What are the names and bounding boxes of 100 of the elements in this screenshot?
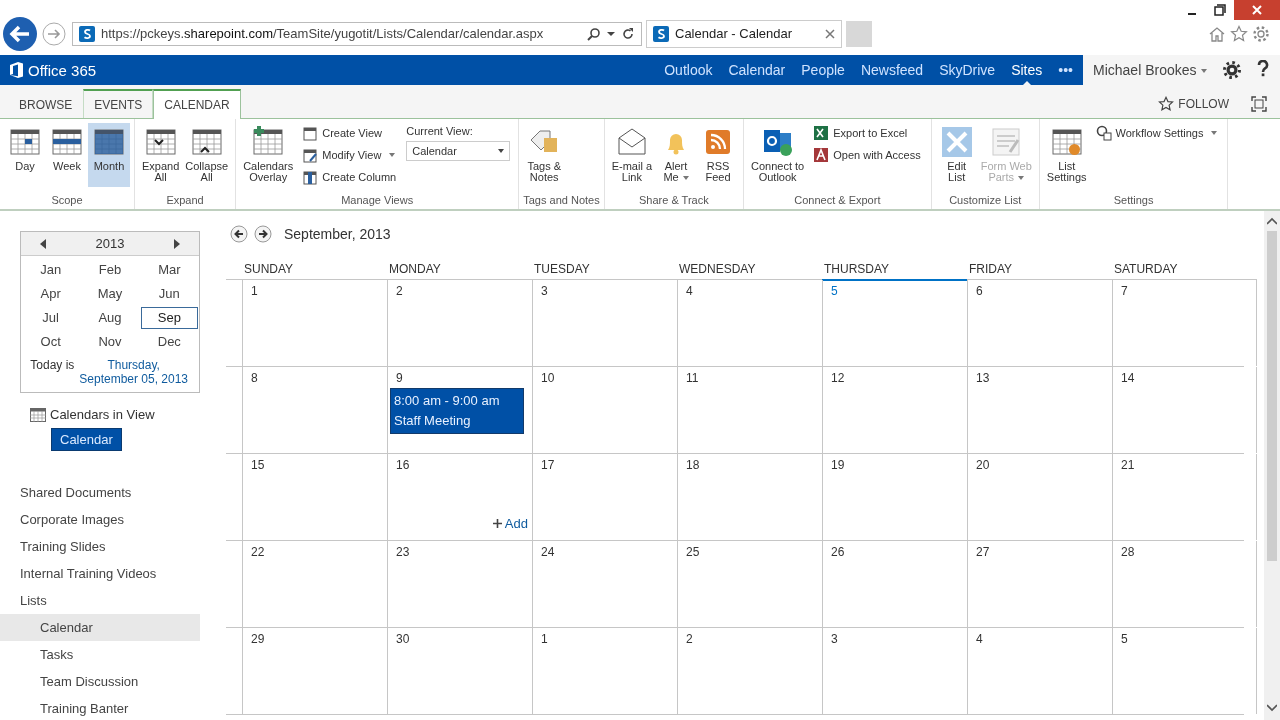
ribbon-button[interactable]: Week (46, 123, 88, 187)
nav-link[interactable]: Shared Documents (0, 479, 200, 506)
month-item[interactable]: Mar (140, 259, 198, 281)
date-number: 4 (686, 284, 693, 298)
group-label: Tags and Notes (523, 194, 600, 208)
nav-link[interactable]: Tasks (0, 641, 200, 668)
refresh-icon[interactable] (621, 26, 635, 41)
ribbon-button[interactable]: Modify View (300, 145, 399, 165)
scroll-up-icon[interactable] (1267, 217, 1277, 225)
scroll-down-icon[interactable] (1267, 704, 1277, 712)
star-icon[interactable] (1230, 24, 1248, 43)
focus-icon[interactable] (1251, 96, 1267, 112)
date-number: 28 (1121, 545, 1135, 559)
nav-link[interactable]: Training Slides (0, 533, 200, 560)
nav-link[interactable]: Calendar (0, 614, 200, 641)
ribbon-button[interactable]: Collapse All (182, 123, 232, 187)
address-bar[interactable]: https://pckeys.sharepoint.com/TeamSite/yugotit/Lists/Calendar/calendar.aspx (72, 21, 642, 46)
month-item[interactable]: Jan (22, 259, 80, 281)
close-button[interactable] (1234, 0, 1280, 20)
nav-link[interactable]: Internal Training Videos (0, 560, 200, 587)
month-item[interactable]: Aug (81, 307, 139, 329)
browser-tab[interactable]: Calendar - Calendar (646, 19, 842, 48)
weekday-header: SUNDAY (242, 262, 387, 280)
suite-link[interactable]: Newsfeed (860, 55, 924, 85)
suite-link[interactable]: People (801, 55, 845, 85)
date-number: 2 (686, 632, 693, 646)
calendar-icon (30, 407, 46, 422)
weekday-header: SATURDAY (1112, 262, 1257, 280)
suite-link[interactable]: Outlook (664, 55, 713, 85)
view-dropdown[interactable]: Calendar (406, 141, 511, 161)
date-number: 29 (251, 632, 265, 646)
nav-link[interactable]: Team Discussion (0, 668, 200, 695)
ribbon-tab[interactable]: BROWSE (8, 90, 84, 118)
back-button[interactable] (2, 15, 38, 52)
office-logo[interactable]: Office 365 (10, 61, 97, 79)
ribbon-tab[interactable]: CALENDAR (153, 89, 241, 119)
nav-link[interactable]: Lists (0, 587, 200, 614)
date-number: 8 (251, 371, 258, 385)
ribbon-button[interactable]: List Settings (1043, 123, 1090, 187)
next-year-icon[interactable] (173, 238, 181, 249)
ribbon-button[interactable]: RSS Feed (697, 123, 740, 187)
month-item[interactable]: Feb (81, 259, 139, 281)
date-number: 16 (396, 458, 410, 472)
today-link[interactable]: Thursday, September 05, 2013 (77, 358, 190, 386)
ribbon-button[interactable]: Connect to Outlook (748, 123, 808, 187)
ribbon-button[interactable]: Open with Access (811, 145, 923, 165)
suite-link[interactable]: Calendar (728, 55, 786, 85)
close-icon (1251, 4, 1263, 16)
date-number: 24 (541, 545, 555, 559)
caret-icon[interactable] (607, 30, 615, 37)
year-label: 2013 (95, 236, 125, 251)
date-number: 18 (686, 458, 700, 472)
search-icon[interactable] (587, 26, 601, 41)
month-item[interactable]: Dec (140, 331, 198, 353)
nav-link[interactable]: Training Banter (0, 695, 200, 720)
envelope-icon (615, 126, 648, 158)
ribbon-button[interactable]: Create View (300, 123, 399, 143)
suite-link[interactable]: Sites (1011, 55, 1043, 85)
ribbon-button[interactable]: Month (88, 123, 130, 187)
month-item[interactable]: Jul (22, 307, 80, 329)
ribbon-button[interactable]: E-mail a Link (608, 123, 656, 187)
suite-link[interactable]: SkyDrive (939, 55, 996, 85)
month-item[interactable]: Jun (140, 283, 198, 305)
ribbon-button[interactable]: Day (4, 123, 46, 187)
group-label: Manage Views (340, 194, 415, 208)
month-item[interactable]: Apr (22, 283, 80, 305)
nav-link[interactable]: Corporate Images (0, 506, 200, 533)
month-item[interactable]: Sep (140, 307, 198, 329)
month-item[interactable]: Oct (22, 331, 80, 353)
ribbon-button[interactable]: Export to Excel (811, 123, 923, 143)
settings-icon[interactable] (1222, 61, 1241, 79)
ribbon-button[interactable]: Tags & Notes (523, 123, 566, 187)
group-label: Settings (1112, 194, 1155, 208)
close-icon[interactable] (825, 28, 835, 39)
previous-month-icon[interactable] (230, 225, 248, 243)
follow-button[interactable]: FOLLOW (1158, 96, 1229, 112)
calendar-grid-icon (93, 126, 125, 158)
scrollbar[interactable] (1264, 211, 1280, 720)
ribbon-button[interactable]: Create Column (300, 167, 399, 187)
ribbon-button[interactable]: Alert Me (655, 123, 698, 187)
restore-icon (1214, 4, 1226, 16)
month-item[interactable]: May (81, 283, 139, 305)
ribbon-button[interactable]: Expand All (139, 123, 183, 187)
month-item[interactable]: Nov (81, 331, 139, 353)
next-month-icon[interactable] (254, 225, 272, 243)
calendar-chip[interactable]: Calendar (51, 428, 122, 451)
date-number: 15 (251, 458, 265, 472)
date-number: 9 (396, 371, 403, 385)
spreadsheet-icon (813, 125, 830, 141)
date-number: 1 (251, 284, 258, 298)
previous-year-icon[interactable] (39, 238, 47, 249)
ribbon-button[interactable]: Edit List (935, 123, 978, 187)
ribbon-button[interactable]: Calendars Overlay (240, 123, 297, 187)
ribbon-button[interactable]: Workflow Settings (1093, 123, 1220, 143)
add-link[interactable]: Add (492, 516, 528, 531)
weekday-header: MONDAY (387, 262, 532, 280)
minimize-icon (1188, 13, 1196, 15)
suite-link[interactable]: ••• (1058, 55, 1073, 85)
help-icon[interactable] (1256, 60, 1269, 77)
calendar-event[interactable]: 8:00 am - 9:00 am Staff Meeting (390, 388, 524, 434)
